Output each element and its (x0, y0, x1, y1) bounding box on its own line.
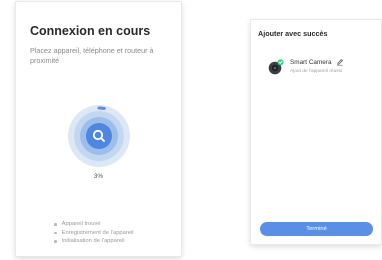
step-label: Enregistrement de l'appareil (61, 229, 134, 236)
step-item: Enregistrement de l'appareil (54, 229, 134, 238)
step-label: Initialisation de l'appareil (61, 238, 125, 245)
step-label: Appareil trouvé (61, 221, 101, 227)
device-row[interactable]: Smart Camera Ajout de l'appareil réussi (267, 58, 377, 82)
success-screen: Ajouter avec succès Smart Camera Ajout d… (251, 20, 381, 244)
step-item: Initialisation de l'appareil (54, 237, 134, 246)
page-title: Connexion en cours (30, 24, 151, 38)
connection-steps: Appareil trouvé Enregistrement de l'appa… (54, 220, 134, 246)
bullet-icon (54, 231, 57, 235)
connecting-screen: Connexion en cours Placez appareil, télé… (16, 2, 181, 256)
pencil-icon[interactable] (336, 58, 344, 66)
success-check-icon (277, 59, 284, 66)
bullet-icon (54, 223, 57, 226)
page-subtitle: Placez appareil, téléphone et routeur à … (30, 46, 154, 65)
camera-icon (268, 59, 284, 75)
progress-ring-graphic (68, 105, 130, 167)
progress-ring (67, 104, 131, 168)
center-circle (86, 123, 112, 149)
app-stage: Connexion en cours Placez appareil, télé… (0, 0, 382, 260)
device-name: Smart Camera (290, 59, 332, 66)
device-status: Ajout de l'appareil réussi (290, 69, 343, 74)
bullet-icon (54, 240, 57, 243)
finish-button[interactable]: Terminé (260, 222, 373, 236)
step-item: Appareil trouvé (54, 220, 134, 229)
success-title: Ajouter avec succès (258, 29, 328, 38)
progress-percent: 3% (93, 173, 104, 180)
